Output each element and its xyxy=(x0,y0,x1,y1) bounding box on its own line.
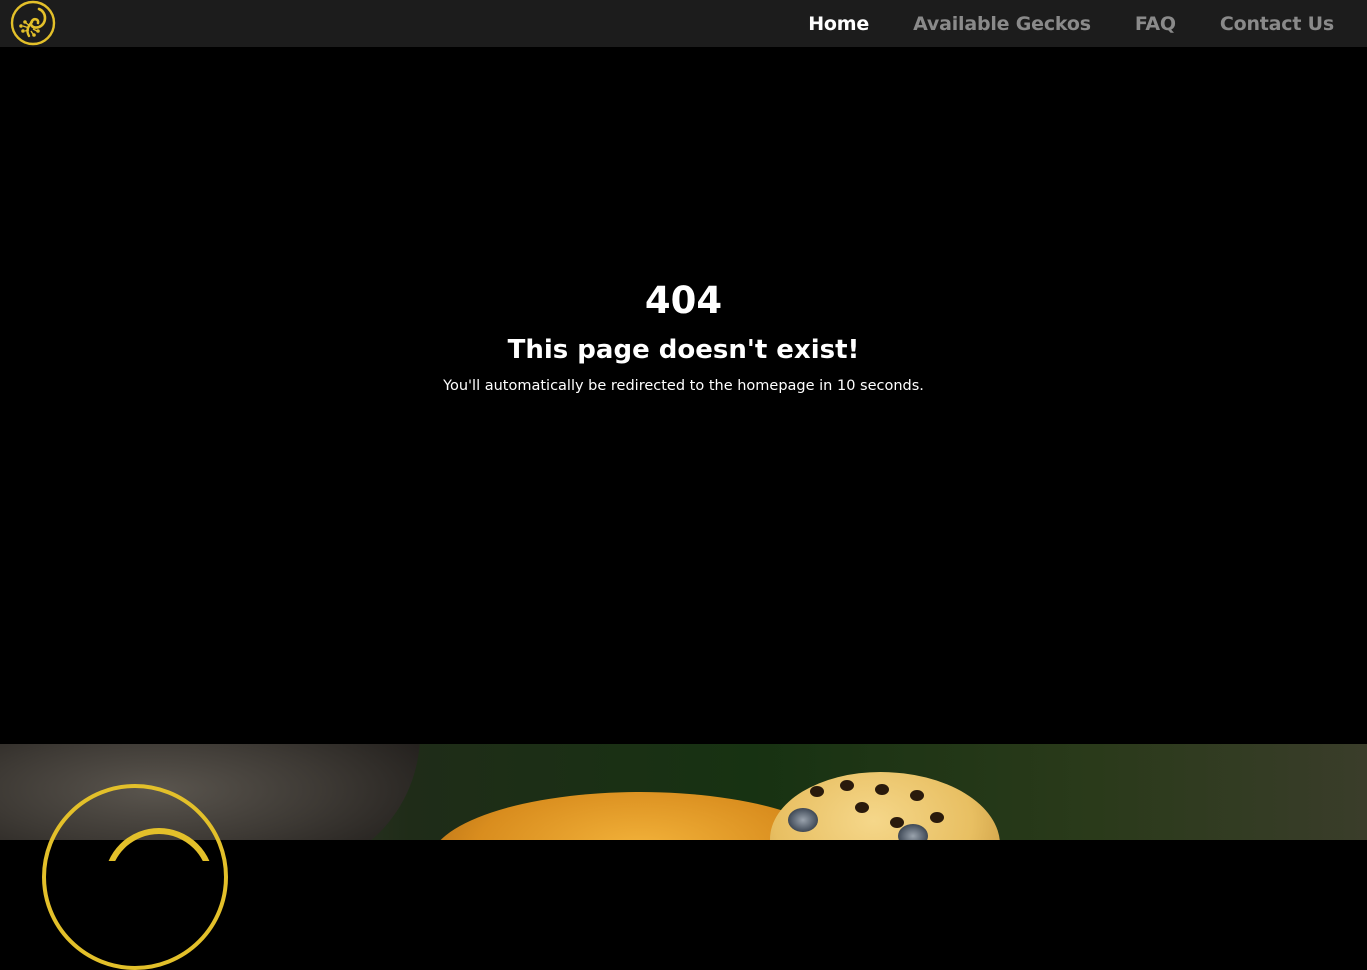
main-navigation: Home Available Geckos FAQ Contact Us xyxy=(808,0,1334,47)
nav-link-faq[interactable]: FAQ xyxy=(1135,13,1176,35)
gecko-spot xyxy=(930,812,944,823)
gecko-spot xyxy=(910,790,924,801)
nav-link-contact-us[interactable]: Contact Us xyxy=(1220,13,1334,35)
gecko-spot xyxy=(810,786,824,797)
gecko-eye xyxy=(898,824,928,840)
redirect-message: You'll automatically be redirected to th… xyxy=(443,378,924,394)
gecko-eye xyxy=(788,808,818,832)
hero-gecko-head xyxy=(770,772,1000,840)
error-title: This page doesn't exist! xyxy=(507,335,860,365)
scrollbar-gutter xyxy=(1354,0,1367,47)
top-navbar: Home Available Geckos FAQ Contact Us xyxy=(0,0,1354,47)
hero-emblem-inner xyxy=(104,828,214,861)
error-code: 404 xyxy=(644,279,723,322)
error-section: 404 This page doesn't exist! You'll auto… xyxy=(0,47,1367,744)
gecko-spot xyxy=(875,784,889,795)
gecko-spot xyxy=(840,780,854,791)
nav-link-available-geckos[interactable]: Available Geckos xyxy=(913,13,1091,35)
gecko-spot xyxy=(855,802,869,813)
hero-emblem-logo xyxy=(42,784,228,970)
gecko-logo-icon[interactable] xyxy=(9,0,57,47)
nav-link-home[interactable]: Home xyxy=(808,13,869,35)
